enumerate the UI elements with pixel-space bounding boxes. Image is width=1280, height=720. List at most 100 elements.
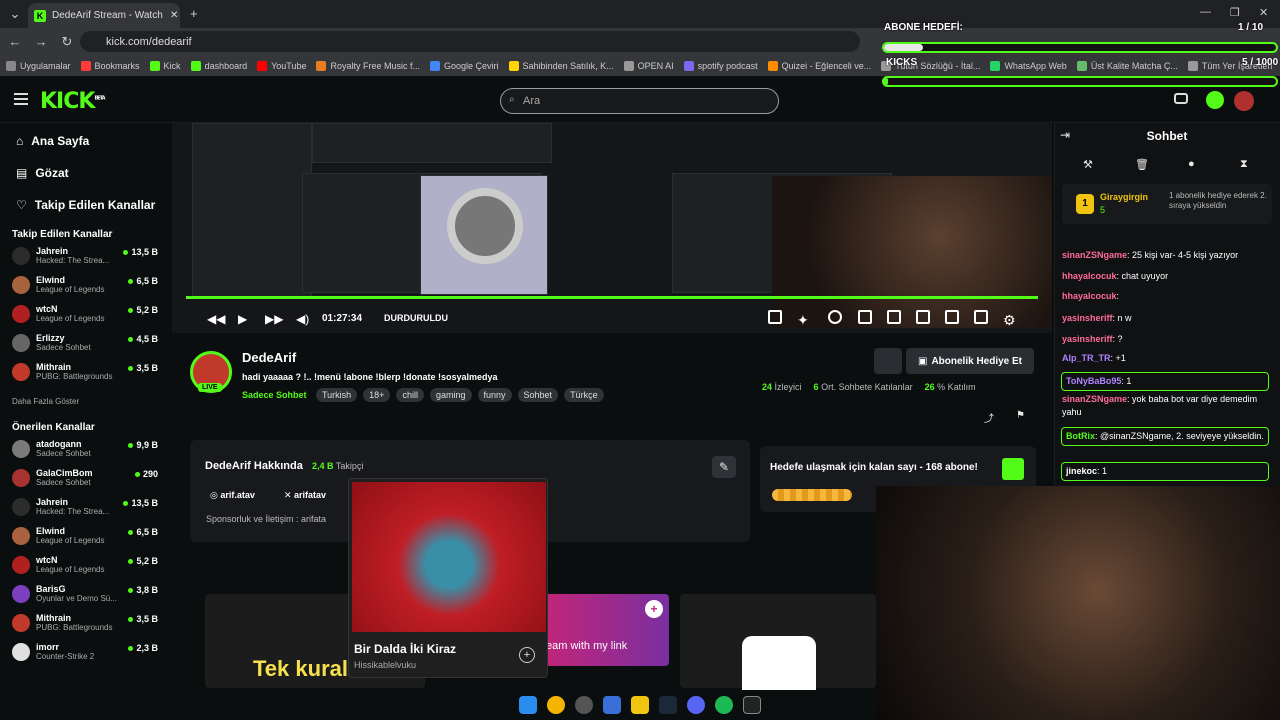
bookmark-item[interactable]: Üst Kalite Matcha Ç... bbox=[1076, 60, 1178, 71]
user-avatar[interactable] bbox=[1234, 91, 1254, 111]
sidebar-nav-item[interactable]: ▤ Gözat bbox=[0, 157, 170, 189]
close-tab-icon[interactable]: ✕ bbox=[170, 10, 178, 21]
clip-icon[interactable] bbox=[768, 310, 782, 324]
pinned-user[interactable]: Giraygirgin bbox=[1100, 192, 1148, 202]
theater-mode-icon[interactable] bbox=[1174, 93, 1188, 104]
chat-username[interactable]: Alp_TR_TR bbox=[1062, 353, 1111, 363]
channel-item[interactable]: atadogann Sadece Sohbet 9,9 B bbox=[0, 437, 170, 466]
kick-logo[interactable]: KICKBETA bbox=[40, 89, 106, 114]
fullscreen-icon[interactable] bbox=[974, 310, 988, 324]
store-icon[interactable] bbox=[603, 696, 621, 714]
menu-icon[interactable] bbox=[14, 93, 28, 105]
share-square-button[interactable] bbox=[874, 348, 902, 374]
bookmark-item[interactable]: spotify podcast bbox=[683, 60, 758, 71]
windows-start-icon[interactable] bbox=[519, 696, 537, 714]
share-icon[interactable]: ⤴ bbox=[984, 410, 994, 425]
theater-icon[interactable] bbox=[916, 310, 930, 324]
tab-list-button[interactable]: ⌄ bbox=[4, 3, 26, 25]
chat-bubble-icon[interactable]: ● bbox=[1188, 158, 1195, 170]
x-link[interactable]: ✕ arifatav bbox=[284, 490, 326, 501]
forward-icon[interactable]: → bbox=[30, 31, 52, 53]
chat-username[interactable]: jinekoc bbox=[1066, 466, 1097, 476]
folder-icon[interactable] bbox=[631, 696, 649, 714]
bookmark-item[interactable]: Google Çeviri bbox=[430, 60, 499, 71]
stream-tag[interactable]: Turkish bbox=[316, 388, 358, 402]
steam-icon[interactable] bbox=[659, 696, 677, 714]
channel-item[interactable]: Jahrein Hacked: The Strea... 13,5 B bbox=[0, 495, 170, 524]
report-icon[interactable]: ⚑ bbox=[1016, 410, 1025, 421]
chat-username[interactable]: sinanZSNgame bbox=[1062, 250, 1127, 260]
bookmark-item[interactable]: Quizei - Eğlenceli ve... bbox=[767, 60, 871, 71]
close-window-icon[interactable]: ✕ bbox=[1259, 6, 1268, 19]
back-icon[interactable]: ← bbox=[4, 31, 26, 53]
channel-item[interactable]: Erlizzy Sadece Sohbet 4,5 B bbox=[0, 331, 170, 360]
stream-tag[interactable]: funny bbox=[477, 388, 512, 402]
new-tab-button[interactable]: + bbox=[190, 6, 198, 21]
wide-icon[interactable] bbox=[945, 310, 959, 324]
maximize-icon[interactable]: ❐ bbox=[1230, 6, 1240, 19]
stats-icon[interactable] bbox=[858, 310, 872, 324]
edit-pencil-icon[interactable]: ✎ bbox=[712, 456, 736, 478]
channel-item[interactable]: wtcN League of Legends 5,2 B bbox=[0, 553, 170, 582]
bookmark-item[interactable]: Royalty Free Music f... bbox=[316, 60, 420, 71]
channel-item[interactable]: Jahrein Hacked: The Strea... 13,5 B bbox=[0, 244, 170, 273]
stream-tag[interactable]: 18+ bbox=[363, 388, 391, 402]
channel-item[interactable]: Mithrain PUBG: Battlegrounds 3,5 B bbox=[0, 611, 170, 640]
chrome-icon[interactable] bbox=[547, 696, 565, 714]
channel-item[interactable]: Elwind League of Legends 6,5 B bbox=[0, 273, 170, 302]
bookmark-item[interactable]: YouTube bbox=[257, 60, 306, 71]
panel-social[interactable] bbox=[680, 594, 876, 690]
stream-tag[interactable]: chill bbox=[396, 388, 424, 402]
browser-tab[interactable]: K DedeArif Stream - Watch Live o ✕ bbox=[28, 3, 180, 28]
channel-item[interactable]: Mithrain PUBG: Battlegrounds 3,5 B bbox=[0, 360, 170, 389]
progress-bar[interactable] bbox=[186, 296, 1038, 299]
bookmark-item[interactable]: Kick bbox=[149, 60, 181, 71]
chat-username[interactable]: BotRix bbox=[1066, 431, 1095, 441]
channel-item[interactable]: Elwind League of Legends 6,5 B bbox=[0, 524, 170, 553]
pip-icon[interactable] bbox=[887, 310, 901, 324]
channel-item[interactable]: BarisG Oyunlar ve Demo Sü... 3,8 B bbox=[0, 582, 170, 611]
chat-username[interactable]: ToNyBaBo95 bbox=[1066, 376, 1121, 386]
stream-category[interactable]: Sadece Sohbet bbox=[242, 390, 307, 400]
bookmark-item[interactable]: Bookmarks bbox=[80, 60, 140, 71]
speed-icon[interactable] bbox=[828, 310, 842, 324]
trash-icon[interactable]: 🗑 bbox=[1135, 158, 1149, 171]
chat-username[interactable]: sinanZSNgame bbox=[1062, 394, 1127, 404]
stream-tag[interactable]: Sohbet bbox=[517, 388, 559, 402]
reload-icon[interactable]: ↻ bbox=[56, 31, 78, 53]
volume-icon[interactable]: ◀) bbox=[296, 312, 309, 326]
gift-subscription-button[interactable]: ▣ Abonelik Hediye Et bbox=[906, 348, 1034, 374]
channel-item[interactable]: wtcN League of Legends 5,2 B bbox=[0, 302, 170, 331]
chat-username[interactable]: yasinsheriff bbox=[1062, 313, 1113, 323]
bookmark-item[interactable]: Uygulamalar bbox=[6, 60, 71, 71]
sidebar-nav-item[interactable]: ⌂ Ana Sayfa bbox=[0, 125, 170, 157]
mod-hammer-icon[interactable]: ⚒ bbox=[1083, 158, 1093, 171]
panel-stream-link[interactable]: eam with my link + bbox=[545, 594, 669, 666]
bookmark-item[interactable]: OPEN AI bbox=[623, 60, 674, 71]
kicks-icon[interactable] bbox=[1206, 91, 1224, 109]
chat-username[interactable]: yasinsheriff bbox=[1062, 334, 1113, 344]
sidebar-nav-item[interactable]: ♡ Takip Edilen Kanallar bbox=[0, 189, 170, 221]
app-icon[interactable] bbox=[575, 696, 593, 714]
settings-gear-icon[interactable]: ⚙ bbox=[1003, 312, 1016, 329]
chat-username[interactable]: hhayalcocuk bbox=[1062, 271, 1117, 281]
chat-username[interactable]: hhayalcocuk bbox=[1062, 291, 1117, 301]
streamer-name[interactable]: DedeArif bbox=[242, 350, 296, 365]
hourglass-icon[interactable]: ⧗ bbox=[1240, 158, 1248, 171]
sparkle-icon[interactable]: ✦ bbox=[797, 312, 809, 329]
add-song-icon[interactable]: + bbox=[519, 647, 535, 663]
instagram-link[interactable]: ◎ arif.atav bbox=[210, 490, 255, 501]
bookmark-item[interactable]: Sahibinden Satılık, K... bbox=[508, 60, 614, 71]
discord-icon[interactable] bbox=[687, 696, 705, 714]
search-input[interactable]: ⌕ Ara bbox=[500, 88, 779, 114]
epic-games-icon[interactable] bbox=[743, 696, 761, 714]
stream-tag[interactable]: gaming bbox=[429, 388, 472, 402]
url-field[interactable]: kick.com/dedearif bbox=[80, 31, 860, 52]
show-more-link[interactable]: Daha Fazla Göster bbox=[0, 389, 170, 414]
stream-tag[interactable]: Türkçe bbox=[564, 388, 604, 402]
channel-item[interactable]: GalaCimBom Sadece Sohbet 290 bbox=[0, 466, 170, 495]
channel-item[interactable]: imorr Counter-Strike 2 2,3 B bbox=[0, 640, 170, 669]
forward-icon-player[interactable]: ▶▶ bbox=[265, 312, 283, 326]
spotify-icon[interactable] bbox=[715, 696, 733, 714]
goal-gift-icon[interactable] bbox=[1002, 458, 1024, 480]
